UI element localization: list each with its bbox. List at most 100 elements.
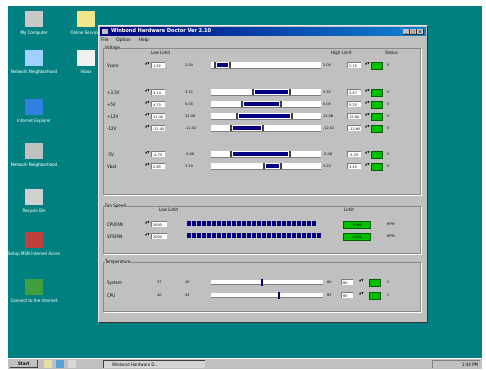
temperature-slider[interactable]	[211, 279, 323, 286]
fan-speed-block	[307, 221, 311, 226]
low-limit-field[interactable]: 3.14	[151, 89, 165, 95]
low-limit-spinner[interactable]: ▲▼	[145, 89, 150, 95]
high-limit-spinner[interactable]: ▲▼	[365, 125, 370, 131]
temperature-limit-spinner[interactable]: ▲▼	[359, 279, 364, 285]
menu-option[interactable]: Option	[116, 38, 131, 43]
fan-limit-spinner[interactable]: ▲▼	[145, 221, 150, 227]
voltage-value: 12.08	[185, 114, 196, 118]
window-title: Winbond Hardware Doctor Ver 2.10	[111, 28, 211, 34]
menu-help[interactable]: Help	[138, 38, 148, 43]
status-indicator	[369, 292, 381, 300]
low-limit-field[interactable]: -4.75	[151, 151, 165, 157]
temperature-label: System	[107, 280, 122, 285]
start-button[interactable]: Start	[10, 360, 38, 368]
email-quicklaunch-icon[interactable]	[68, 360, 76, 368]
temperature-limit-spinner[interactable]: ▲▼	[359, 292, 364, 298]
network-icon	[25, 143, 43, 159]
low-limit-field[interactable]: -11.40	[151, 125, 165, 131]
high-limit-value: -5.08	[323, 152, 333, 156]
voltage-unit: V	[387, 126, 390, 130]
temperature-limit-field[interactable]: 65	[341, 292, 353, 298]
voltage-value: 3.20	[185, 164, 193, 168]
voltage-level-bar	[266, 164, 280, 168]
high-limit-field[interactable]: 12.60	[347, 113, 361, 119]
fan-limit-field[interactable]: 2000	[151, 233, 167, 239]
low-limit-field[interactable]: 1.52	[151, 62, 165, 68]
desktop-icon[interactable]: Internet Explorer	[8, 99, 60, 145]
desktop-icon-label: My Computer	[20, 30, 48, 35]
high-limit-field[interactable]: -12.60	[347, 125, 361, 131]
low-limit-spinner[interactable]: ▲▼	[145, 151, 150, 157]
fan-speed-block	[232, 221, 236, 226]
low-limit-spinner[interactable]: ▲▼	[145, 113, 150, 119]
voltage-group-title: Voltage	[105, 45, 121, 50]
close-button[interactable]: ×	[417, 29, 424, 35]
high-limit-field[interactable]: 2.15	[347, 62, 361, 68]
high-limit-spinner[interactable]: ▲▼	[365, 113, 370, 119]
desktop-icon[interactable]: Network Neighborhood	[8, 50, 60, 96]
desktop-icon[interactable]: Setup MSN Internet Access	[8, 232, 60, 278]
fan-speed-block	[242, 221, 246, 226]
low-limit-marker	[213, 62, 216, 68]
low-limit-field[interactable]: 2.85	[151, 163, 165, 169]
menu-file[interactable]: File	[101, 38, 109, 43]
voltage-value: 5.05	[185, 102, 193, 106]
desktop-icon[interactable]: Connect to the Internet	[8, 279, 60, 325]
fan-speed-block	[197, 221, 201, 226]
desktop-icon[interactable]: Recycle Bin	[8, 189, 60, 235]
maximize-button[interactable]: □	[410, 29, 417, 35]
high-limit-value: 3.20	[323, 164, 331, 168]
high-limit-field[interactable]: 3.47	[347, 89, 361, 95]
high-limit-spinner[interactable]: ▲▼	[365, 151, 370, 157]
fan-limit-spinner[interactable]: ▲▼	[145, 233, 150, 239]
status-indicator	[371, 89, 383, 97]
high-limit-field[interactable]: 5.25	[347, 101, 361, 107]
voltage-row: +3.3V ▲▼ 3.14 3.32 3.32 3.47 ▲▼ V	[107, 89, 417, 97]
high-limit-spinner[interactable]: ▲▼	[365, 163, 370, 169]
low-limit-field[interactable]: 11.40	[151, 113, 165, 119]
fan-row: CPUFAN ▲▼ 2000 4166 RPM	[107, 221, 417, 229]
temperature-limit-field[interactable]: 60	[341, 279, 353, 285]
high-limit-value: 3.32	[323, 90, 331, 94]
ie-quicklaunch-icon[interactable]	[56, 360, 64, 368]
desktop-quicklaunch-icon[interactable]	[44, 360, 52, 368]
low-limit-spinner[interactable]: ▲▼	[145, 101, 150, 107]
fan-speed-block	[187, 233, 191, 238]
desktop-icon[interactable]: Network Neighborhood	[8, 143, 60, 189]
taskbar-item-hardware-doctor[interactable]: Winbond Hardware D...	[103, 360, 205, 368]
low-limit-spinner[interactable]: ▲▼	[145, 125, 150, 131]
fan-speed-block	[282, 221, 286, 226]
fan-unit: RPM	[387, 234, 395, 238]
status-indicator	[371, 163, 383, 171]
high-limit-spinner[interactable]: ▲▼	[365, 62, 370, 68]
low-limit-marker	[252, 89, 254, 95]
fan-limit-field[interactable]: 2000	[151, 221, 167, 227]
high-limit-spinner[interactable]: ▲▼	[365, 89, 370, 95]
voltage-label: +12V	[107, 114, 119, 119]
voltage-level-bar	[233, 152, 288, 156]
fan-speed-block	[252, 233, 256, 238]
voltage-row: +5V ▲▼ 4.75 5.05 5.05 5.25 ▲▼ V	[107, 101, 417, 109]
high-limit-spinner[interactable]: ▲▼	[365, 101, 370, 107]
low-limit-spinner[interactable]: ▲▼	[145, 163, 150, 169]
voltage-unit: V	[387, 164, 390, 168]
high-limit-field[interactable]: -5.25	[347, 151, 361, 157]
low-limit-spinner[interactable]: ▲▼	[145, 62, 150, 68]
voltage-group	[103, 48, 421, 195]
fan-speed-block	[312, 233, 316, 238]
voltage-unit: V	[387, 102, 390, 106]
title-bar[interactable]: Winbond Hardware Doctor Ver 2.10 _ □ ×	[100, 27, 426, 36]
minimize-button[interactable]: _	[403, 29, 410, 35]
high-limit-marker	[261, 125, 264, 131]
temperature-level-marker	[261, 279, 264, 286]
low-limit-field[interactable]: 4.75	[151, 101, 165, 107]
fan-speed-block	[232, 233, 236, 238]
status-indicator	[371, 62, 383, 70]
status-header: Status	[385, 50, 398, 55]
voltage-label: Vbat	[107, 164, 117, 169]
temperature-level-marker	[278, 292, 281, 299]
fan-speed-block	[257, 221, 261, 226]
temperature-slider[interactable]	[211, 292, 323, 299]
high-limit-field[interactable]: 3.45	[347, 163, 361, 169]
high-limit-marker	[289, 89, 291, 95]
